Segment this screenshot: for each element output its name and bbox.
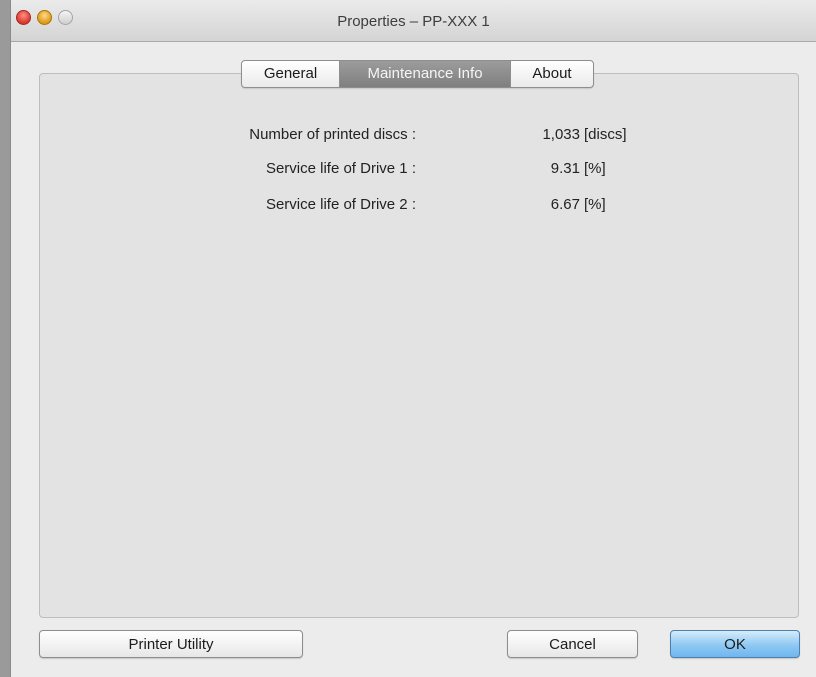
drive2-service-life-value: 6.67 <box>550 196 580 213</box>
drive1-service-life-label: Service life of Drive 1 : <box>265 160 416 177</box>
tab-general[interactable]: General <box>242 61 339 87</box>
printer-utility-button[interactable]: Printer Utility <box>39 630 303 658</box>
title-bar[interactable]: Properties – PP-XXX 1 <box>11 0 816 42</box>
maintenance-info-panel: Number of printed discs : 1,033 [discs] … <box>39 73 799 618</box>
tab-maintenance-info[interactable]: Maintenance Info <box>339 61 510 87</box>
drive1-service-life-unit: [%] <box>584 160 606 177</box>
printed-discs-label: Number of printed discs : <box>249 126 416 143</box>
printed-discs-value: 1,033 <box>542 126 580 143</box>
cancel-button[interactable]: Cancel <box>507 630 638 658</box>
window-title: Properties – PP-XXX 1 <box>337 13 490 30</box>
tab-about[interactable]: About <box>510 61 593 87</box>
printed-discs-unit: [discs] <box>584 126 627 143</box>
tab-bar: General Maintenance Info About <box>241 60 594 88</box>
drive1-service-life-row: Service life of Drive 1 : 9.31 [%] <box>40 160 800 182</box>
drive1-service-life-value: 9.31 <box>550 160 580 177</box>
properties-window: Properties – PP-XXX 1 Number of printed … <box>10 0 816 677</box>
drive2-service-life-row: Service life of Drive 2 : 6.67 [%] <box>40 196 800 218</box>
printed-discs-row: Number of printed discs : 1,033 [discs] <box>40 126 800 148</box>
drive2-service-life-label: Service life of Drive 2 : <box>265 196 416 213</box>
ok-button[interactable]: OK <box>670 630 800 658</box>
drive2-service-life-unit: [%] <box>584 196 606 213</box>
